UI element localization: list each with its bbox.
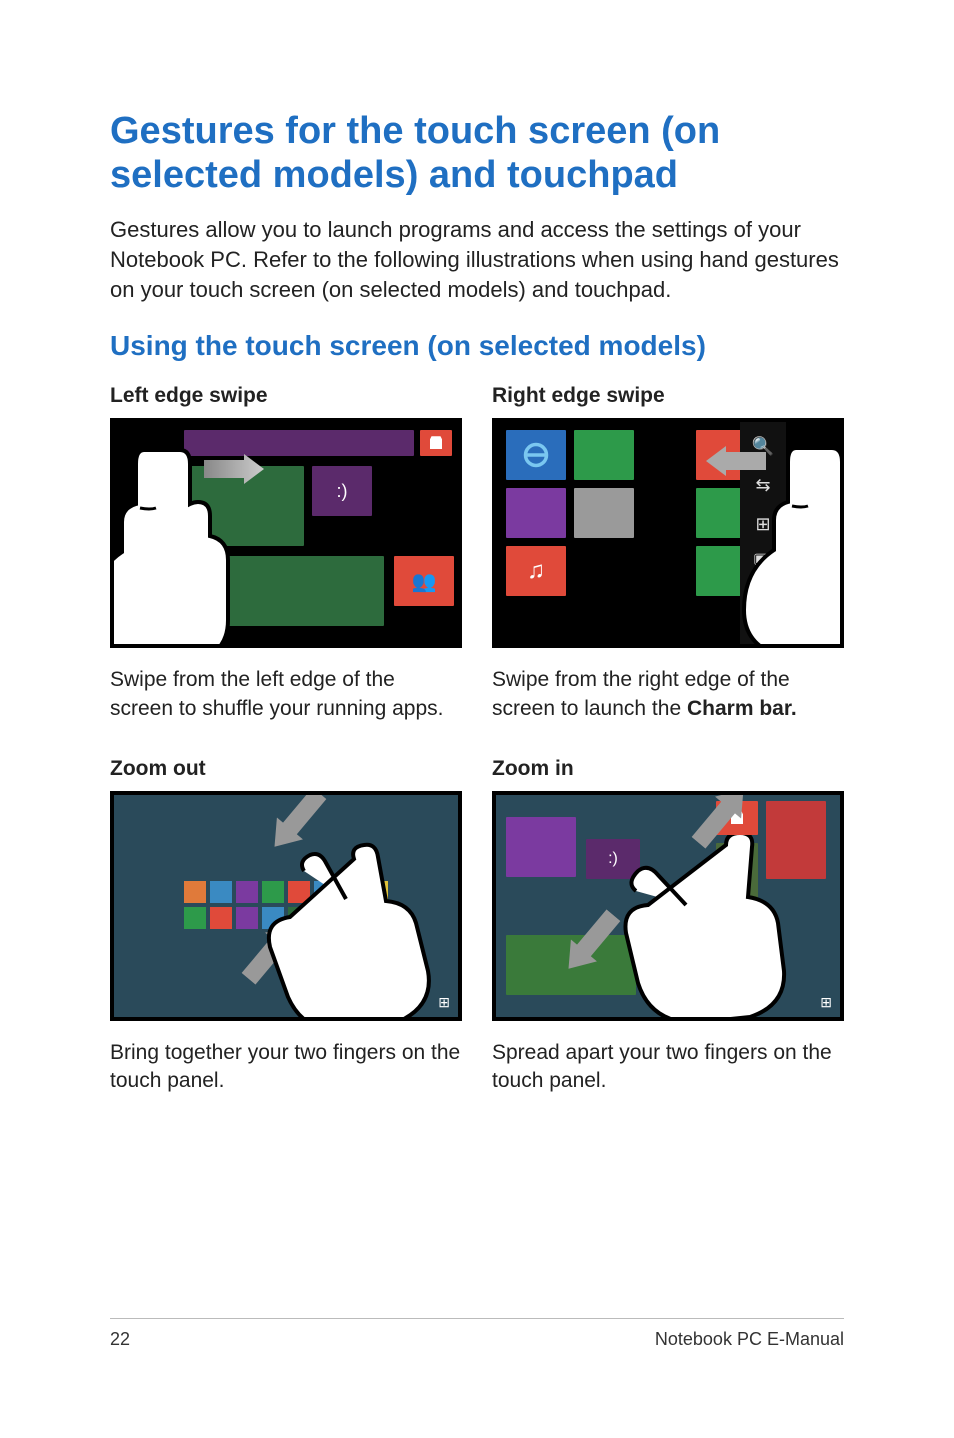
gesture-zoom-in: Zoom in :) ⊞: [492, 757, 844, 1096]
page-number: 22: [110, 1329, 130, 1350]
headphones-icon: ♫: [506, 546, 566, 596]
windows-icon: ⊞: [438, 994, 450, 1011]
ie-icon: [506, 430, 566, 480]
devices-icon: 🖥: [752, 553, 775, 574]
gesture-title: Left edge swipe: [110, 384, 462, 408]
pinch-arrow-icon: [261, 791, 332, 858]
gesture-description: Spread apart your two fingers on the tou…: [492, 1039, 844, 1096]
tile-icon: [506, 488, 566, 538]
gesture-description: Bring together your two fingers on the t…: [110, 1039, 462, 1096]
illustration-left-edge-swipe: :) 👥: [110, 418, 462, 648]
illustration-zoom-out: ⊞: [110, 791, 462, 1021]
gesture-grid: Left edge swipe :) 👥 Swipe: [110, 384, 844, 1095]
messaging-icon: :): [312, 466, 372, 516]
settings-icon: ⚙: [755, 592, 771, 613]
gesture-description: Swipe from the right edge of the screen …: [492, 666, 844, 723]
share-icon: ⇆: [755, 475, 770, 496]
illustration-zoom-in: :) ⊞: [492, 791, 844, 1021]
windows-icon: ⊞: [820, 994, 832, 1011]
document-title: Notebook PC E-Manual: [655, 1329, 844, 1350]
illustration-right-edge-swipe: ♫ 🔍 ⇆ ⊞ 🖥 ⚙: [492, 418, 844, 648]
gesture-title: Zoom in: [492, 757, 844, 781]
swipe-arrow-icon: [204, 454, 264, 484]
gesture-title: Zoom out: [110, 757, 462, 781]
swipe-arrow-icon: [706, 446, 766, 476]
section-subtitle: Using the touch screen (on selected mode…: [110, 330, 844, 362]
start-icon: ⊞: [755, 514, 770, 535]
gesture-description: Swipe from the left edge of the screen t…: [110, 666, 462, 723]
gesture-title: Right edge swipe: [492, 384, 844, 408]
gesture-left-edge: Left edge swipe :) 👥 Swipe: [110, 384, 462, 723]
gesture-right-edge: Right edge swipe ♫ 🔍 ⇆ ⊞ 🖥 ⚙: [492, 384, 844, 723]
store-icon: [420, 430, 452, 456]
gesture-zoom-out: Zoom out ⊞ Bring together your two finge…: [110, 757, 462, 1096]
page-footer: 22 Notebook PC E-Manual: [110, 1318, 844, 1350]
people-icon: 👥: [394, 556, 454, 606]
page-title: Gestures for the touch screen (on select…: [110, 110, 844, 197]
messaging-icon: :): [586, 839, 640, 879]
intro-paragraph: Gestures allow you to launch programs an…: [110, 215, 844, 304]
